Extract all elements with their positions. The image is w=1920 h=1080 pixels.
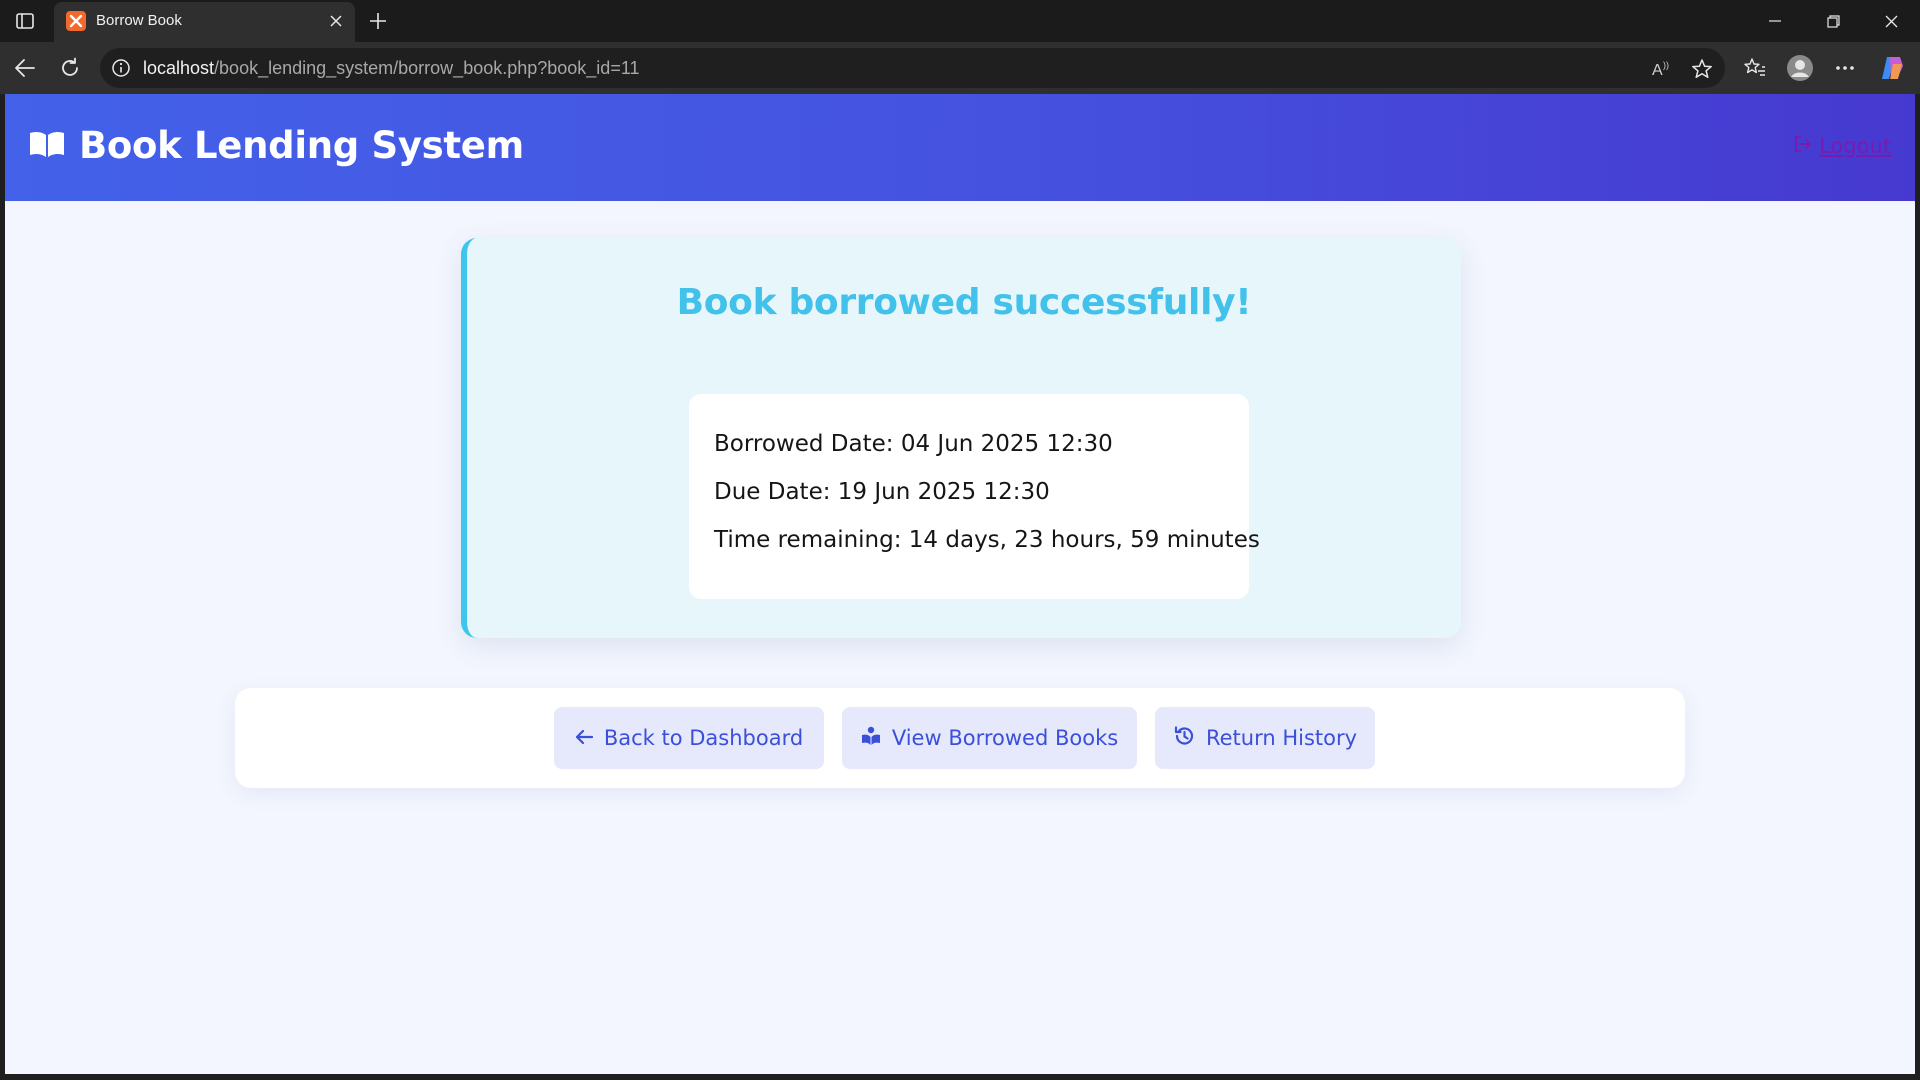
logout-label: Logout xyxy=(1819,134,1891,158)
due-date: Due Date: 19 Jun 2025 12:30 xyxy=(714,479,1050,505)
favorite-star-icon[interactable] xyxy=(1690,57,1714,81)
time-remaining: Time remaining: 14 days, 23 hours, 59 mi… xyxy=(714,527,1260,553)
tab-title: Borrow Book xyxy=(96,12,182,29)
tab-close-icon[interactable] xyxy=(325,10,347,32)
back-to-dashboard-label: Back to Dashboard xyxy=(603,726,804,750)
action-bar: Back to Dashboard View Borrowed Books Re… xyxy=(235,688,1685,788)
read-aloud-icon[interactable]: A)) xyxy=(1650,57,1674,81)
minimize-icon[interactable] xyxy=(1752,6,1798,36)
site-header: Book Lending System Logout xyxy=(5,94,1915,201)
new-tab-icon[interactable] xyxy=(364,7,392,35)
url-host: localhost xyxy=(143,58,215,78)
reload-icon[interactable] xyxy=(55,53,85,83)
close-window-icon[interactable] xyxy=(1868,6,1914,36)
return-history-button[interactable]: Return History xyxy=(1155,707,1375,769)
success-title: Book borrowed successfully! xyxy=(676,282,1252,323)
tab-actions-icon[interactable] xyxy=(12,9,38,33)
borrowed-date: Borrowed Date: 04 Jun 2025 12:30 xyxy=(714,431,1113,457)
restore-icon[interactable] xyxy=(1810,6,1856,36)
profile-avatar-icon[interactable] xyxy=(1785,53,1815,83)
browser-toolbar: localhost/book_lending_system/borrow_boo… xyxy=(0,42,1920,94)
open-book-icon xyxy=(29,129,65,163)
back-arrow-icon[interactable] xyxy=(10,53,40,83)
copilot-icon[interactable] xyxy=(1877,53,1907,83)
svg-text:A: A xyxy=(1652,62,1663,79)
book-reader-icon xyxy=(861,726,881,751)
sign-out-icon xyxy=(1793,134,1813,158)
logout-link[interactable]: Logout xyxy=(1793,134,1891,158)
success-card: Book borrowed successfully! Borrowed Dat… xyxy=(461,238,1461,638)
back-to-dashboard-button[interactable]: Back to Dashboard xyxy=(554,707,824,769)
svg-text:)): )) xyxy=(1663,60,1669,70)
browser-tab[interactable]: Borrow Book xyxy=(54,2,355,42)
xampp-favicon-icon xyxy=(66,11,86,31)
page-viewport: Book Lending System Logout Book borrowed… xyxy=(5,94,1915,1074)
view-borrowed-books-button[interactable]: View Borrowed Books xyxy=(842,707,1137,769)
address-bar[interactable]: localhost/book_lending_system/borrow_boo… xyxy=(100,48,1725,88)
brand[interactable]: Book Lending System xyxy=(29,124,524,167)
favorites-list-icon[interactable] xyxy=(1740,53,1770,83)
brand-title: Book Lending System xyxy=(79,124,524,167)
site-info-icon[interactable] xyxy=(110,57,132,79)
browser-chrome: Borrow Book localhost/book_lending_syste… xyxy=(0,0,1920,94)
borrow-details: Borrowed Date: 04 Jun 2025 12:30 Due Dat… xyxy=(689,394,1260,599)
more-menu-icon[interactable] xyxy=(1830,53,1860,83)
url-path: /book_lending_system/borrow_book.php?boo… xyxy=(214,58,640,78)
arrow-left-icon xyxy=(575,726,593,750)
tab-bar: Borrow Book xyxy=(0,0,1920,42)
return-history-label: Return History xyxy=(1205,726,1358,750)
history-icon xyxy=(1173,725,1195,752)
view-borrowed-books-label: View Borrowed Books xyxy=(891,726,1119,750)
url-text: localhost/book_lending_system/borrow_boo… xyxy=(143,58,640,79)
